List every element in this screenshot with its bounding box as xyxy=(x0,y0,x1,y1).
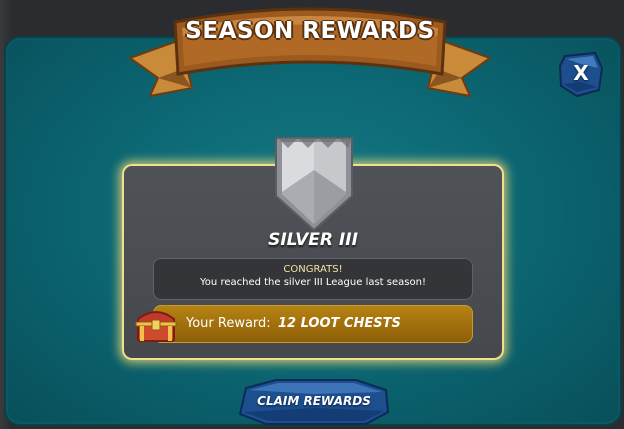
league-name: SILVER III xyxy=(268,230,358,250)
congrats-message-box: CONGRATS! You reached the silver III Lea… xyxy=(153,258,473,300)
ribbon-graphic xyxy=(127,7,493,98)
congrats-text: You reached the silver III League last s… xyxy=(200,277,426,288)
claim-rewards-label: CLAIM REWARDS xyxy=(257,394,371,408)
game-screen: SEASON REWARDS X SILVER III CONGRATS! Yo… xyxy=(0,0,624,429)
loot-chest-icon xyxy=(135,311,177,342)
silver-league-shield-icon xyxy=(275,137,353,232)
reward-bar: Your Reward: 12 LOOT CHESTS xyxy=(153,305,473,343)
claim-rewards-button[interactable]: CLAIM REWARDS xyxy=(236,378,392,426)
close-icon: X xyxy=(573,61,589,85)
congrats-title: CONGRATS! xyxy=(283,264,343,275)
reward-value: 12 LOOT CHESTS xyxy=(278,316,401,331)
reward-label: Your Reward: xyxy=(186,316,271,331)
title-ribbon-banner: SEASON REWARDS xyxy=(120,0,500,100)
banner-title: SEASON REWARDS xyxy=(185,18,435,44)
close-button[interactable]: X xyxy=(557,50,605,98)
